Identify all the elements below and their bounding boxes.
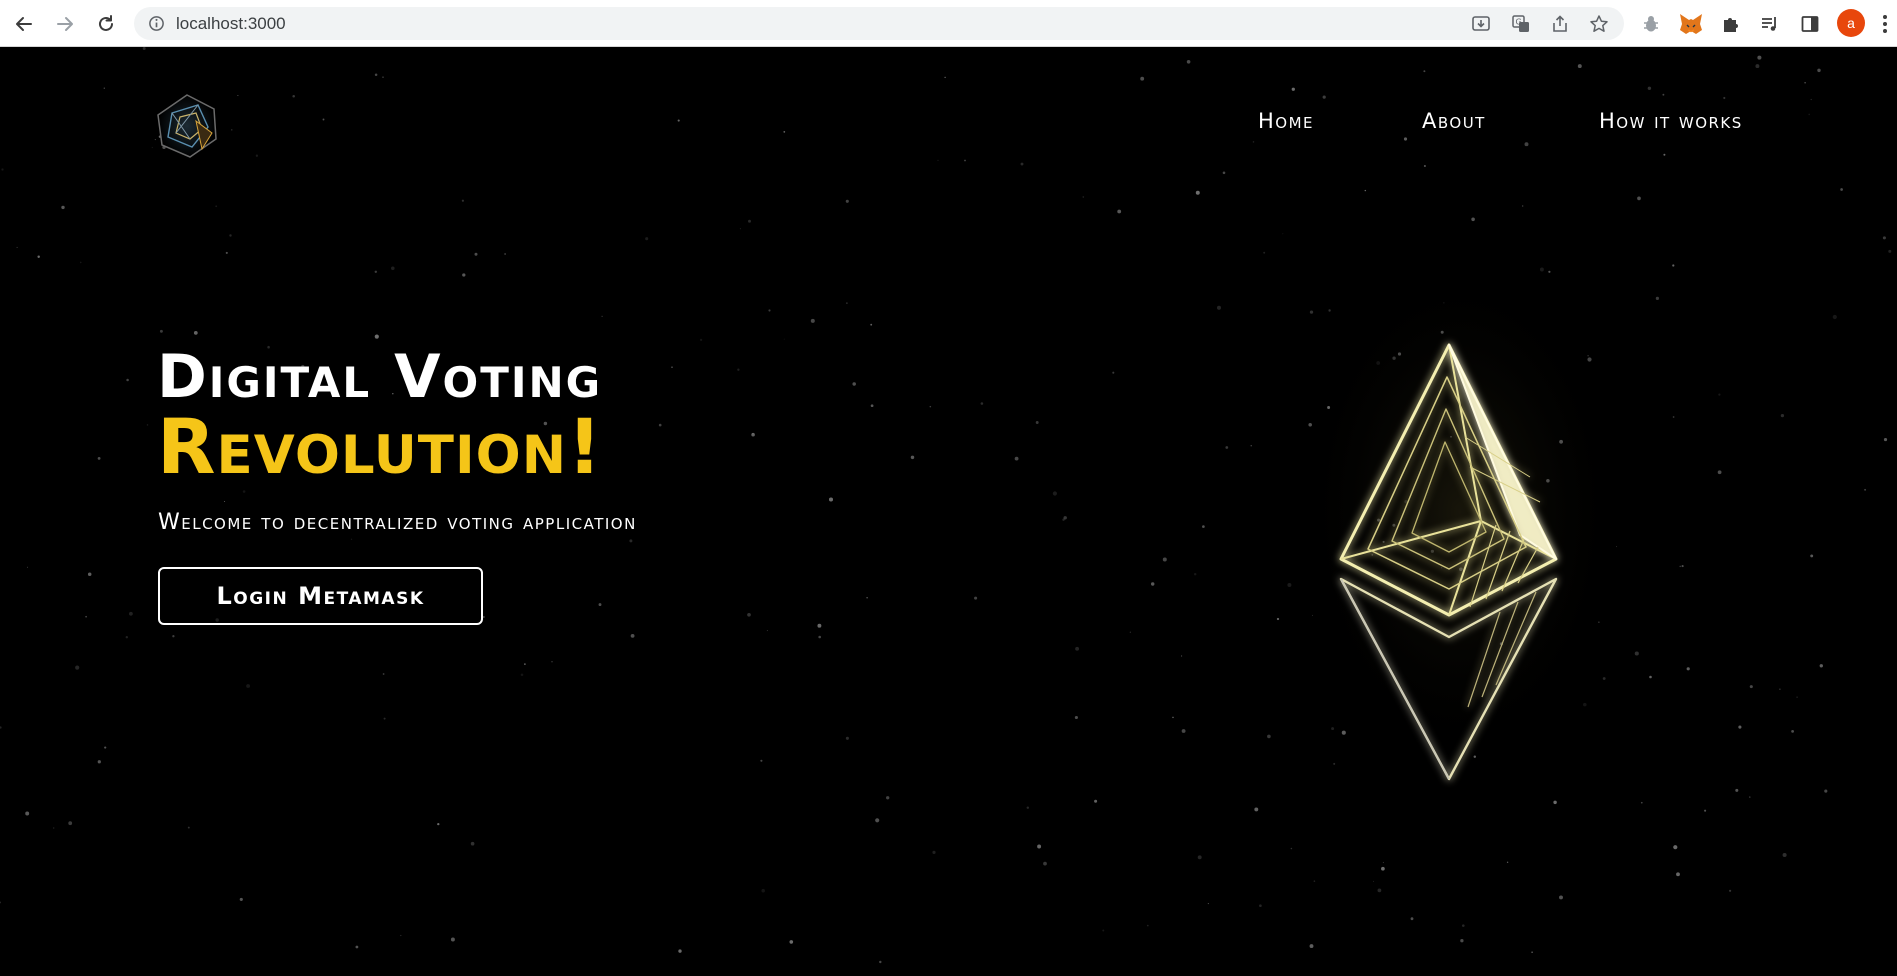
login-metamask-button[interactable]: Login Metamask [158, 567, 483, 625]
back-button[interactable] [10, 10, 38, 38]
avatar-letter: a [1847, 15, 1855, 31]
landing-page: Home About How it works Digital Voting R… [0, 47, 1897, 976]
arrow-right-icon [57, 17, 73, 31]
forward-button[interactable] [51, 10, 79, 38]
ethereum-crystal-illustration [1300, 287, 1620, 787]
extensions-button[interactable] [1717, 10, 1745, 38]
playlist-icon [1762, 17, 1776, 31]
url-text[interactable]: localhost:3000 [176, 14, 286, 33]
nav-link-how-it-works[interactable]: How it works [1599, 109, 1743, 133]
reload-button[interactable] [92, 10, 120, 38]
svg-text:G: G [1516, 18, 1522, 27]
hero-title: Digital Voting [157, 342, 603, 412]
star-icon [1590, 15, 1608, 32]
bug-icon [1644, 16, 1658, 32]
side-panel-button[interactable] [1796, 10, 1824, 38]
address-bar[interactable]: localhost:3000 G [134, 7, 1624, 40]
translate-icon: G [1512, 15, 1529, 32]
bookmark-button[interactable] [1587, 12, 1611, 36]
nav-link-home[interactable]: Home [1258, 109, 1314, 133]
fox-icon [1680, 14, 1702, 34]
profile-avatar[interactable]: a [1837, 9, 1865, 37]
browser-toolbar: localhost:3000 G a [0, 0, 1897, 47]
hero-subtitle: Welcome to decentralized voting applicat… [158, 510, 637, 535]
side-panel-icon [1801, 16, 1819, 32]
nav-link-about[interactable]: About [1422, 109, 1486, 133]
extension-bug-button[interactable] [1637, 10, 1665, 38]
metamask-extension-button[interactable] [1677, 10, 1705, 38]
info-icon[interactable] [148, 15, 165, 32]
install-icon [1472, 16, 1490, 31]
media-controls-button[interactable] [1756, 10, 1784, 38]
arrow-left-icon [16, 17, 32, 31]
hero-accent-title: Revolution! [157, 402, 603, 491]
kebab-icon[interactable] [1880, 12, 1890, 36]
puzzle-icon [1724, 18, 1738, 32]
install-button[interactable] [1469, 12, 1493, 36]
reload-icon [99, 15, 113, 31]
share-button[interactable] [1548, 12, 1572, 36]
translate-button[interactable]: G [1509, 12, 1533, 36]
share-icon [1553, 15, 1567, 32]
top-navigation: Home About How it works [0, 109, 1897, 149]
